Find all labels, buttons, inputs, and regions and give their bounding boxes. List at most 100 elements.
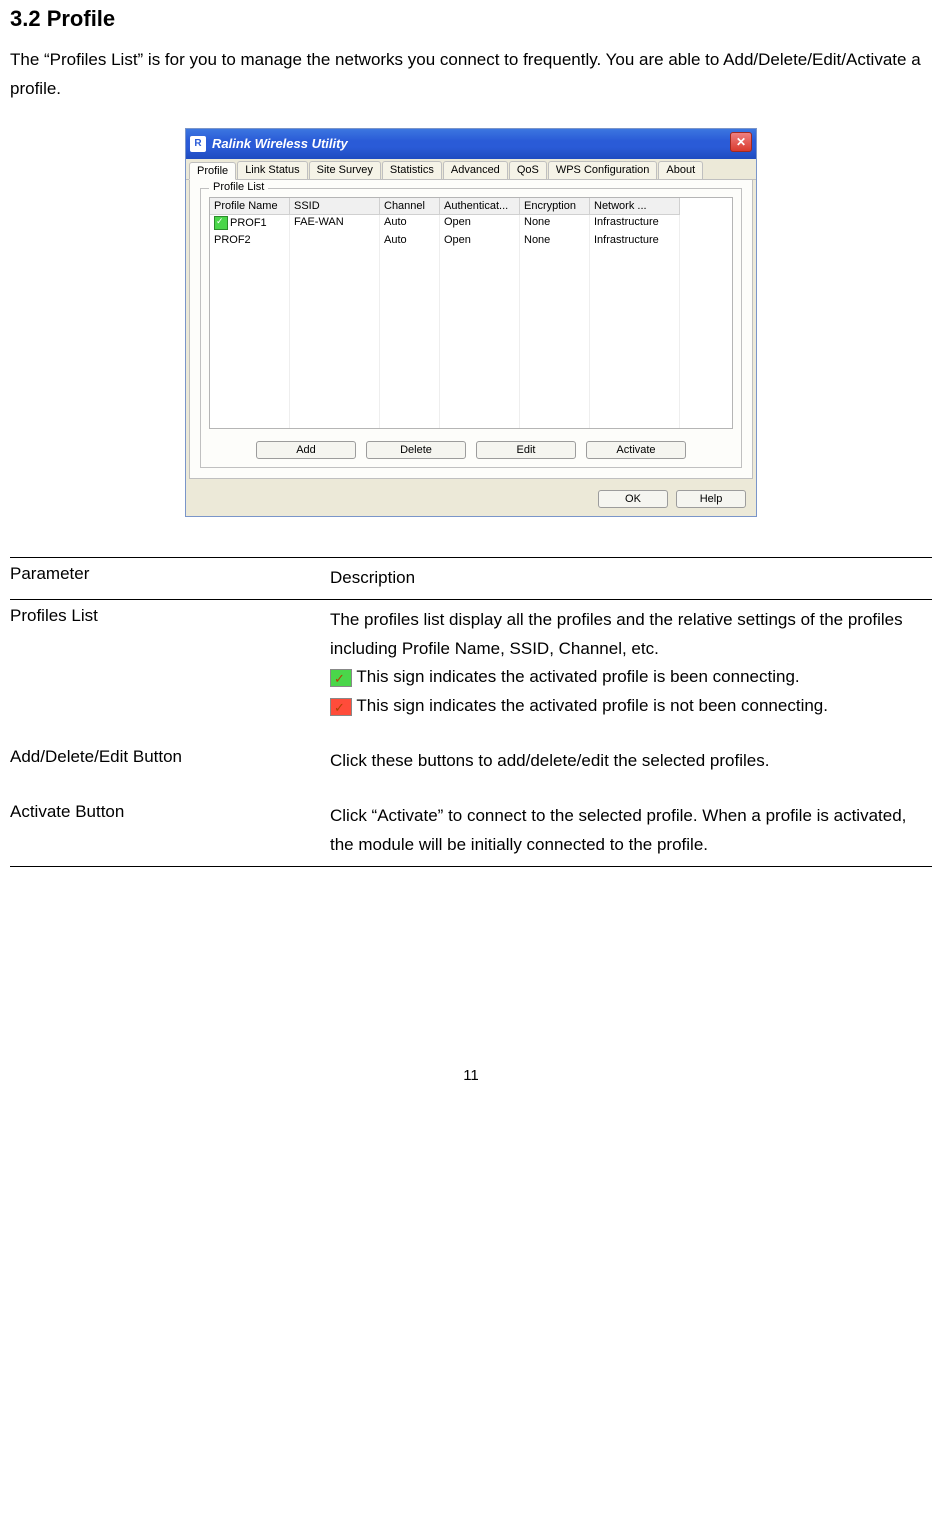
intro-text: The “Profiles List” is for you to manage… (10, 46, 932, 104)
table-cell (290, 269, 380, 287)
table-row[interactable] (210, 395, 732, 413)
table-row[interactable] (210, 359, 732, 377)
table-cell (210, 323, 290, 341)
column-header[interactable]: Channel (380, 198, 440, 215)
table-row[interactable]: PROF1FAE-WANAutoOpenNoneInfrastructure (210, 215, 732, 233)
table-cell (440, 305, 520, 323)
titlebar: R Ralink Wireless Utility ✕ (186, 129, 756, 159)
table-cell: Infrastructure (590, 233, 680, 251)
green-check-icon (330, 669, 352, 687)
listview-header: Profile NameSSIDChannelAuthenticat...Enc… (210, 198, 732, 215)
app-icon: R (190, 136, 206, 152)
param-row: Profiles ListThe profiles list display a… (10, 600, 932, 742)
table-row[interactable] (210, 269, 732, 287)
table-cell (290, 233, 380, 251)
tab-advanced[interactable]: Advanced (443, 161, 508, 179)
table-cell (590, 305, 680, 323)
table-cell (380, 395, 440, 413)
table-cell: Infrastructure (590, 215, 680, 233)
tab-profile[interactable]: Profile (189, 162, 236, 180)
tab-about[interactable]: About (658, 161, 703, 179)
table-cell (440, 413, 520, 429)
param-row: Activate ButtonClick “Activate” to conne… (10, 796, 932, 866)
table-cell (380, 323, 440, 341)
table-cell (380, 269, 440, 287)
close-icon[interactable]: ✕ (730, 132, 752, 152)
table-cell (590, 323, 680, 341)
table-cell (440, 395, 520, 413)
tab-wps-configuration[interactable]: WPS Configuration (548, 161, 658, 179)
column-header[interactable]: Authenticat... (440, 198, 520, 215)
tab-link-status[interactable]: Link Status (237, 161, 307, 179)
listview[interactable]: Profile NameSSIDChannelAuthenticat...Enc… (209, 197, 733, 429)
table-cell (440, 251, 520, 269)
column-header[interactable]: Encryption (520, 198, 590, 215)
table-cell (590, 269, 680, 287)
table-cell (590, 395, 680, 413)
param-name: Activate Button (10, 802, 330, 860)
table-cell (520, 323, 590, 341)
param-name: Add/Delete/Edit Button (10, 747, 330, 776)
table-head: Parameter Description (10, 558, 932, 600)
table-cell (590, 251, 680, 269)
table-cell (520, 377, 590, 395)
activate-button[interactable]: Activate (586, 441, 686, 459)
table-cell (380, 341, 440, 359)
table-cell (290, 413, 380, 429)
table-cell (210, 413, 290, 429)
table-cell (520, 269, 590, 287)
col-description: Description (330, 564, 932, 593)
edit-button[interactable]: Edit (476, 441, 576, 459)
add-button[interactable]: Add (256, 441, 356, 459)
column-header[interactable]: Profile Name (210, 198, 290, 215)
table-cell (520, 305, 590, 323)
table-row[interactable] (210, 341, 732, 359)
tab-panel: Profile List Profile NameSSIDChannelAuth… (189, 180, 753, 479)
table-cell (440, 359, 520, 377)
table-row[interactable] (210, 413, 732, 429)
column-header[interactable]: SSID (290, 198, 380, 215)
dialog: R Ralink Wireless Utility ✕ ProfileLink … (185, 128, 757, 517)
column-header[interactable]: Network ... (590, 198, 680, 215)
table-row[interactable] (210, 323, 732, 341)
table-cell (440, 323, 520, 341)
table-row[interactable] (210, 287, 732, 305)
table-cell (290, 287, 380, 305)
help-button[interactable]: Help (676, 490, 746, 508)
ok-button[interactable]: OK (598, 490, 668, 508)
table-cell: PROF2 (210, 233, 290, 251)
groupbox-profile-list: Profile List Profile NameSSIDChannelAuth… (200, 188, 742, 468)
table-cell (290, 323, 380, 341)
table-cell (520, 395, 590, 413)
listview-body: PROF1FAE-WANAutoOpenNoneInfrastructurePR… (210, 215, 732, 429)
table-cell: Auto (380, 215, 440, 233)
table-cell (210, 377, 290, 395)
param-desc: Click “Activate” to connect to the selec… (330, 802, 932, 860)
table-cell (290, 341, 380, 359)
table-cell (520, 359, 590, 377)
check-icon (214, 216, 228, 230)
table-row[interactable] (210, 377, 732, 395)
table-cell (210, 269, 290, 287)
table-cell (290, 251, 380, 269)
table-row[interactable]: PROF2AutoOpenNoneInfrastructure (210, 233, 732, 251)
table-cell (290, 359, 380, 377)
table-cell (380, 377, 440, 395)
param-desc: Click these buttons to add/delete/edit t… (330, 747, 932, 776)
delete-button[interactable]: Delete (366, 441, 466, 459)
dialog-bottom-row: OK Help (186, 482, 756, 516)
table-cell (380, 413, 440, 429)
table-cell (290, 395, 380, 413)
table-cell (520, 413, 590, 429)
figure-wrap: R Ralink Wireless Utility ✕ ProfileLink … (10, 128, 932, 517)
table-cell (210, 359, 290, 377)
table-cell (380, 359, 440, 377)
table-cell (210, 395, 290, 413)
table-cell: Auto (380, 233, 440, 251)
table-row[interactable] (210, 251, 732, 269)
tab-qos[interactable]: QoS (509, 161, 547, 179)
tab-statistics[interactable]: Statistics (382, 161, 442, 179)
table-cell (520, 341, 590, 359)
table-row[interactable] (210, 305, 732, 323)
tab-site-survey[interactable]: Site Survey (309, 161, 381, 179)
